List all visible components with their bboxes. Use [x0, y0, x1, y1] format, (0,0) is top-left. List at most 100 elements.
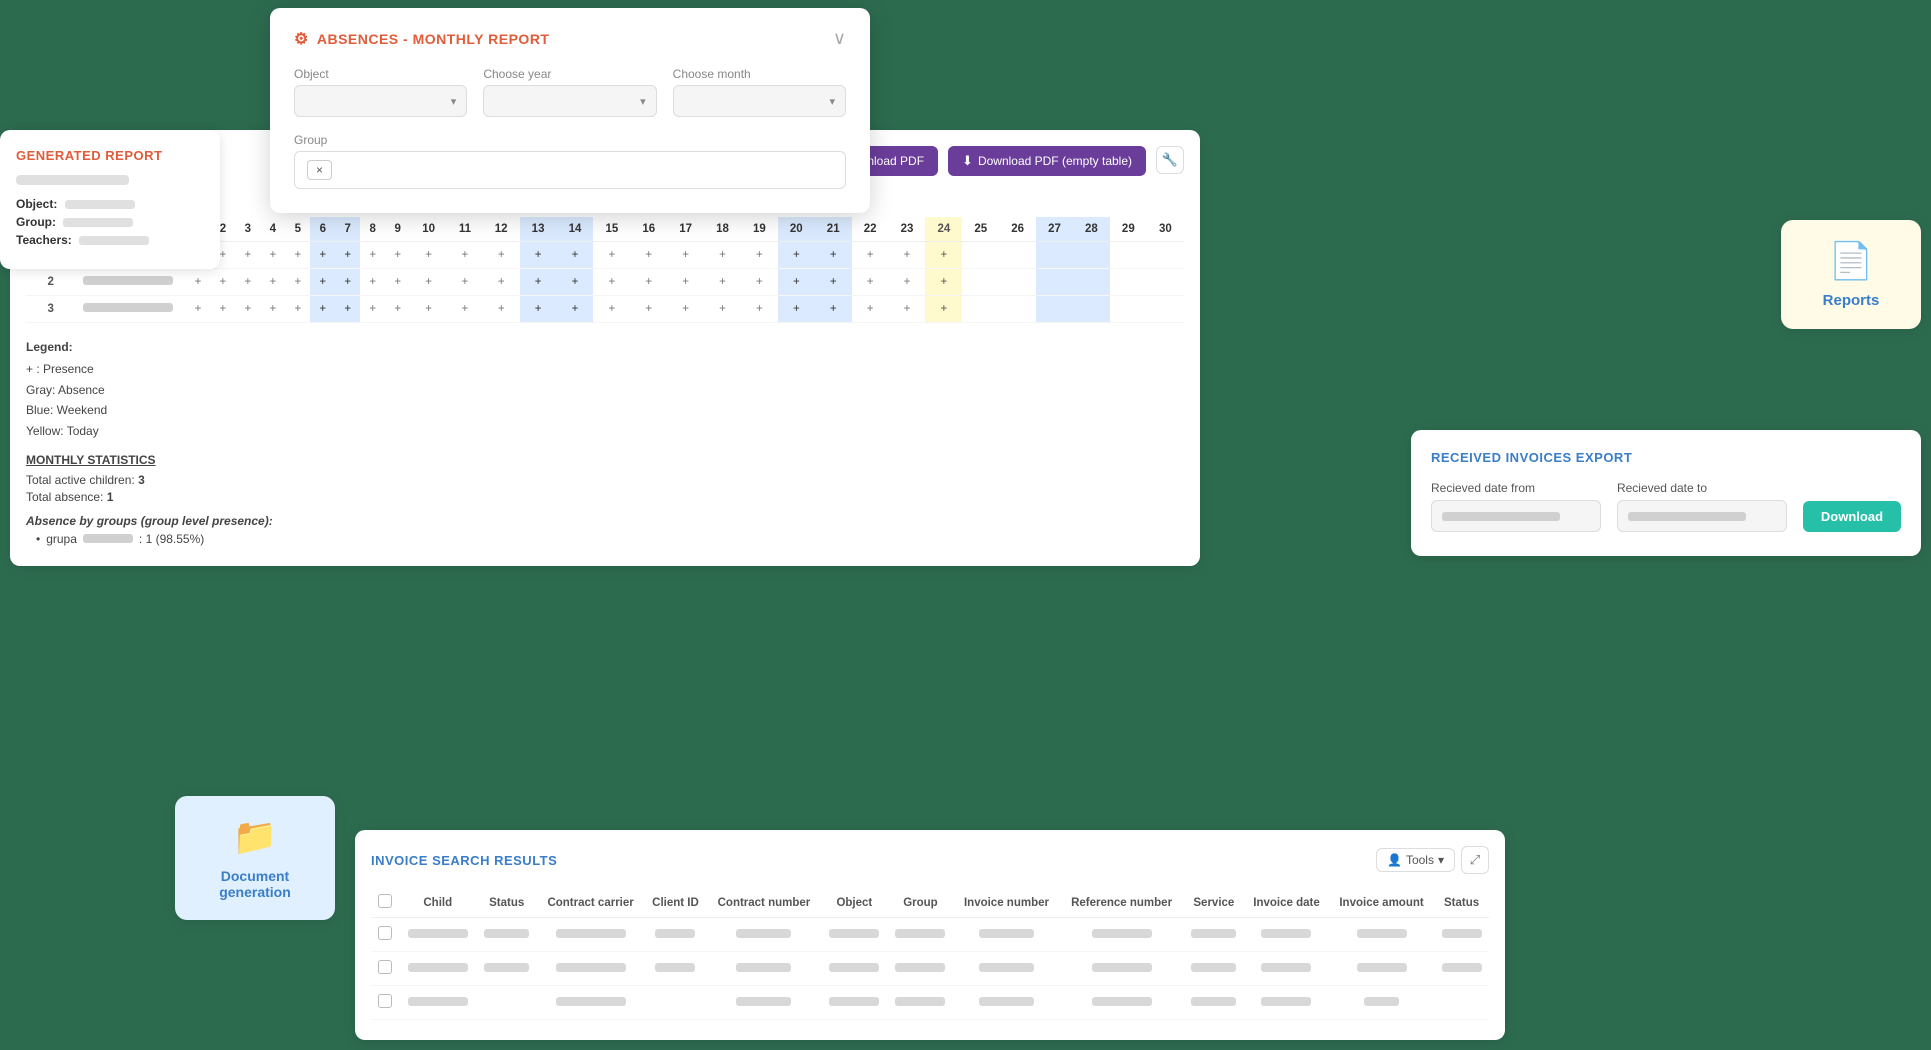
group-section: Group ×: [294, 133, 846, 189]
legend-item-presence: + : Presence: [26, 359, 1184, 379]
col-day-18: 18: [704, 217, 741, 242]
date-from-input[interactable]: [1431, 500, 1601, 532]
invoice-search-tools: 👤 Tools ▾ ⤢: [1376, 846, 1489, 874]
teachers-info: Teachers:: [16, 233, 204, 247]
legend-section: Legend: + : Presence Gray: Absence Blue:…: [26, 337, 1184, 441]
table-row: 2 +++++ ++ +++++ ++ +++++ ++ ++ +: [26, 269, 1184, 296]
month-chevron-icon: ▾: [829, 95, 835, 108]
col-day-13: 13: [520, 217, 557, 242]
col-reference-number: Reference number: [1059, 888, 1183, 918]
gen-placeholder: [16, 175, 129, 185]
person-icon: 👤: [1387, 853, 1402, 867]
group-input[interactable]: ×: [294, 151, 846, 189]
date-from-field: Recieved date from: [1431, 481, 1601, 532]
month-label: Choose month: [673, 67, 846, 81]
tools-chevron-icon: ▾: [1438, 853, 1444, 867]
col-day-11: 11: [447, 217, 483, 242]
col-invoice-amount: Invoice amount: [1329, 888, 1434, 918]
object-field: Object ▾: [294, 67, 467, 117]
table-row: [371, 918, 1489, 952]
object-label: Object: [294, 67, 467, 81]
col-day-7: 7: [335, 217, 360, 242]
group-label: Group: [294, 133, 846, 147]
modal-close-button[interactable]: ∨: [833, 28, 846, 49]
year-select[interactable]: ▾: [483, 85, 656, 117]
legend-item-gray: Gray: Absence: [26, 380, 1184, 400]
col-day-10: 10: [410, 217, 447, 242]
date-to-input[interactable]: [1617, 500, 1787, 532]
table-row: 3 +++++ ++ +++++ ++ +++++ ++ ++ +: [26, 296, 1184, 323]
col-group: Group: [887, 888, 953, 918]
col-day-6: 6: [310, 217, 335, 242]
invoice-table: Child Status Contract carrier Client ID …: [371, 888, 1489, 1020]
col-day-12: 12: [483, 217, 520, 242]
col-day-29: 29: [1110, 217, 1147, 242]
invoice-search-header: INVOICE SEARCH RESULTS 👤 Tools ▾ ⤢: [371, 846, 1489, 874]
legend-item-blue: Blue: Weekend: [26, 400, 1184, 420]
download-button[interactable]: Download: [1803, 501, 1901, 532]
table-row: [371, 986, 1489, 1020]
col-day-16: 16: [630, 217, 667, 242]
col-day-15: 15: [593, 217, 630, 242]
month-field: Choose month ▾: [673, 67, 846, 117]
col-day-19: 19: [741, 217, 778, 242]
object-info: Object:: [16, 197, 204, 211]
absence-group-item: • grupa : 1 (98.55%): [36, 532, 1184, 546]
download-pdf-empty-button[interactable]: ⬇ Download PDF (empty table): [948, 146, 1146, 176]
col-day-9: 9: [385, 217, 410, 242]
invoices-export-fields: Recieved date from Recieved date to Down…: [1431, 481, 1901, 532]
col-day-17: 17: [667, 217, 704, 242]
wrench-icon: 🔧: [1162, 152, 1178, 168]
col-day-8: 8: [360, 217, 385, 242]
tools-button[interactable]: 🔧: [1156, 146, 1184, 174]
col-status: Status: [1434, 888, 1489, 918]
doc-gen-folder-icon: 📁: [233, 816, 278, 858]
document-generation-card[interactable]: 📁 Document generation: [175, 796, 335, 920]
legend-title: Legend:: [26, 337, 1184, 357]
col-status: Status: [476, 888, 536, 918]
col-day-27: 27: [1036, 217, 1073, 242]
col-invoice-date: Invoice date: [1244, 888, 1329, 918]
col-child: Child: [399, 888, 476, 918]
reports-card[interactable]: 📄 Reports: [1781, 220, 1921, 329]
invoice-header-row: Child Status Contract carrier Client ID …: [371, 888, 1489, 918]
modal-fields: Object ▾ Choose year ▾ Choose month ▾: [294, 67, 846, 117]
expand-icon: ⤢: [1470, 852, 1480, 868]
col-day-21: 21: [815, 217, 852, 242]
col-day-23: 23: [889, 217, 926, 242]
tools-dropdown-button[interactable]: 👤 Tools ▾: [1376, 848, 1455, 872]
date-to-label: Recieved date to: [1617, 481, 1787, 495]
col-day-28: 28: [1073, 217, 1110, 242]
group-info: Group:: [16, 215, 204, 229]
group-name: grupa: [46, 532, 77, 546]
col-service: Service: [1184, 888, 1244, 918]
monthly-stats-title: MONTHLY STATISTICS: [26, 453, 1184, 467]
expand-button[interactable]: ⤢: [1461, 846, 1489, 874]
table-row: [371, 952, 1489, 986]
col-object: Object: [821, 888, 887, 918]
active-children-stat: Total active children: 3: [26, 473, 1184, 487]
col-day-14: 14: [557, 217, 594, 242]
col-day-22: 22: [852, 217, 889, 242]
col-day-20: 20: [778, 217, 815, 242]
col-day-26: 26: [999, 217, 1036, 242]
group-tag[interactable]: ×: [307, 160, 332, 180]
col-day-4: 4: [260, 217, 285, 242]
month-select[interactable]: ▾: [673, 85, 846, 117]
gear-icon: ⚙: [294, 29, 309, 49]
year-field: Choose year ▾: [483, 67, 656, 117]
col-invoice-number: Invoice number: [953, 888, 1059, 918]
date-from-label: Recieved date from: [1431, 481, 1601, 495]
col-day-3: 3: [235, 217, 260, 242]
col-contract-number: Contract number: [707, 888, 822, 918]
absence-groups: Absence by groups (group level presence)…: [26, 514, 1184, 546]
absences-modal: ⚙ ABSENCES - MONTHLY REPORT ∨ Object ▾ C…: [270, 8, 870, 213]
received-invoices-export: RECEIVED INVOICES EXPORT Recieved date f…: [1411, 430, 1921, 556]
col-client-id: Client ID: [644, 888, 706, 918]
modal-header: ⚙ ABSENCES - MONTHLY REPORT ∨: [294, 28, 846, 49]
col-day-30: 30: [1147, 217, 1184, 242]
reports-doc-icon: 📄: [1829, 240, 1874, 282]
invoice-search-title: INVOICE SEARCH RESULTS: [371, 853, 557, 868]
object-select[interactable]: ▾: [294, 85, 467, 117]
year-chevron-icon: ▾: [640, 95, 646, 108]
